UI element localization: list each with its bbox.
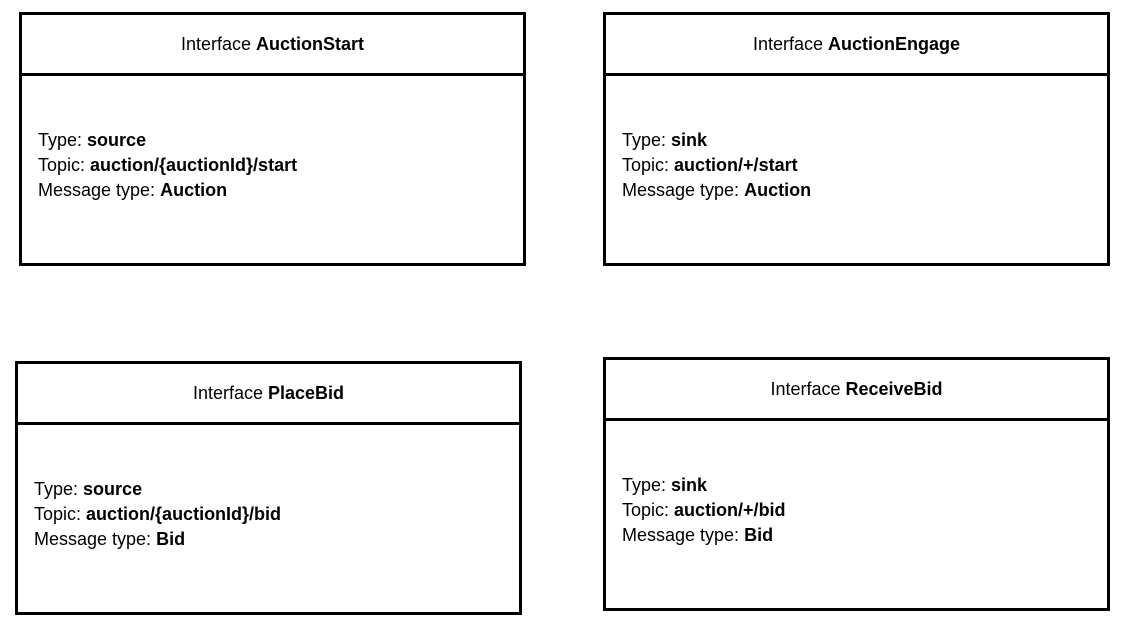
type-value: source [87,130,147,150]
topic-line: Topic: auction/+/start [622,153,1107,178]
interface-box-place-bid: Interface PlaceBid Type: source Topic: auc… [15,361,522,615]
interface-details: Type: source Topic: auction/{auctionId}/b… [18,425,519,552]
interface-header: Interface PlaceBid [18,364,519,425]
topic-value: auction/+/bid [674,500,786,520]
message-type-value: Bid [156,529,186,549]
interface-prefix: Interface [192,382,263,403]
message-type-value: Bid [744,525,774,545]
topic-value: auction/{auctionId}/start [90,155,298,175]
message-type-value: Auction [744,180,812,200]
interface-header: Interface AuctionStart [22,15,523,76]
type-value: sink [671,475,708,495]
interface-prefix: Interface [770,378,841,399]
message-type-label: Message type: [34,529,152,549]
type-label: Type: [34,479,79,499]
interface-prefix: Interface [180,33,252,54]
topic-label: Topic: [34,504,82,524]
interface-header: Interface AuctionEngage [606,15,1107,76]
topic-label: Topic: [38,155,86,175]
message-type-value: Auction [160,180,228,200]
interface-details: Type: sink Topic: auction/+/start Message … [606,76,1107,203]
topic-line: Topic: auction/{auctionId}/bid [34,502,519,527]
topic-value: auction/{auctionId}/bid [86,504,282,524]
topic-line: Topic: auction/+/bid [622,498,1107,523]
topic-line: Topic: auction/{auctionId}/start [38,153,523,178]
interface-details: Type: source Topic: auction/{auctionId}/s… [22,76,523,203]
message-type-label: Message type: [622,180,740,200]
interface-prefix: Interface [752,33,823,54]
interface-name: AuctionStart [256,33,365,54]
interface-box-auction-start: Interface AuctionStart Type: source Topic:… [19,12,526,266]
interface-name: ReceiveBid [845,378,943,399]
message-type-line: Message type: Auction [622,178,1107,203]
type-line: Type: sink [622,473,1107,498]
interface-details: Type: sink Topic: auction/+/bid Message ty… [606,421,1107,548]
topic-label: Topic: [622,500,670,520]
interface-box-auction-engage: Interface AuctionEngage Type: sink Topic: … [603,12,1110,266]
interface-header: Interface ReceiveBid [606,360,1107,421]
type-label: Type: [622,130,667,150]
type-value: sink [671,130,708,150]
type-label: Type: [622,475,667,495]
type-line: Type: sink [622,128,1107,153]
interface-box-receive-bid: Interface ReceiveBid Type: sink Topic: auc… [603,357,1110,611]
message-type-line: Message type: Bid [34,527,519,552]
type-line: Type: source [38,128,523,153]
type-line: Type: source [34,477,519,502]
topic-value: auction/+/start [674,155,798,175]
message-type-label: Message type: [622,525,740,545]
interface-name: PlaceBid [268,382,345,403]
topic-label: Topic: [622,155,670,175]
interface-name: AuctionEngage [828,33,961,54]
message-type-line: Message type: Auction [38,178,523,203]
message-type-label: Message type: [38,180,156,200]
type-value: source [83,479,143,499]
message-type-line: Message type: Bid [622,523,1107,548]
type-label: Type: [38,130,83,150]
